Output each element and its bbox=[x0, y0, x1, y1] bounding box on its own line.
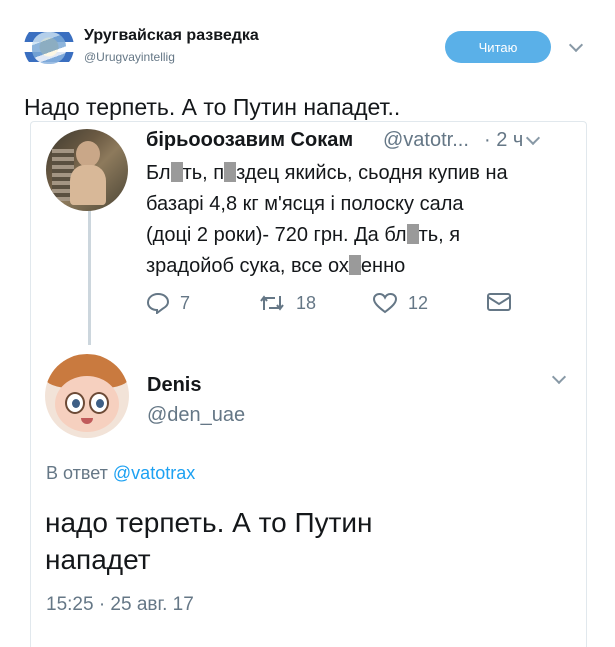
author-name[interactable]: Уругвайская разведка bbox=[84, 27, 259, 45]
tweet-text: Надо терпеть. А то Путин нападет.. bbox=[24, 94, 401, 120]
author-avatar[interactable] bbox=[24, 22, 74, 72]
censor-block bbox=[224, 162, 237, 182]
reply-author-handle[interactable]: @den_uae bbox=[147, 404, 245, 427]
retweet-icon bbox=[260, 295, 284, 311]
reply-count: 7 bbox=[180, 292, 191, 313]
text-line: нападет bbox=[45, 544, 151, 575]
retweet-count: 18 bbox=[296, 292, 317, 313]
following-button[interactable]: Читаю bbox=[445, 31, 551, 63]
reply-button[interactable]: 7 bbox=[146, 292, 190, 314]
heart-icon bbox=[372, 292, 398, 314]
envelope-icon bbox=[487, 293, 511, 311]
censor-block bbox=[170, 162, 183, 182]
author-handle[interactable]: @Urugvayintellig bbox=[84, 50, 175, 64]
reply-tweet-text: надо терпеть. А то Путин нападет bbox=[45, 504, 565, 578]
chevron-down-icon[interactable] bbox=[568, 37, 584, 53]
reply-context: В ответ @vatotrax bbox=[46, 463, 195, 484]
reply-author-avatar[interactable] bbox=[45, 354, 129, 438]
censor-block bbox=[406, 224, 419, 244]
retweet-button[interactable]: 18 bbox=[258, 292, 316, 314]
quoted-author-avatar[interactable] bbox=[46, 129, 128, 211]
direct-message-button[interactable] bbox=[486, 292, 512, 312]
text-fragment: енно bbox=[360, 255, 406, 277]
like-button[interactable]: 12 bbox=[372, 292, 428, 314]
quoted-author-handle[interactable]: @vatotr... bbox=[383, 129, 469, 152]
reply-author-name[interactable]: Denis bbox=[147, 374, 201, 397]
text-fragment: здец якийсь, сьодня купив на bbox=[236, 162, 508, 184]
text-fragment: зрадойоб сука, все ох bbox=[146, 255, 349, 277]
text-line: надо терпеть. А то Путин bbox=[45, 507, 373, 538]
reply-prefix: В ответ bbox=[46, 463, 108, 483]
thread-connector-line bbox=[88, 210, 91, 345]
text-line: базарі 4,8 кг м'ясця і полоску сала bbox=[146, 193, 464, 215]
quoted-tweet-text: Бл ть, п здец якийсь, сьодня купив на база… bbox=[146, 158, 576, 282]
reply-mention-link[interactable]: @vatotrax bbox=[113, 463, 195, 483]
text-fragment: ть, я bbox=[418, 224, 461, 246]
reply-icon bbox=[146, 292, 170, 314]
quoted-author-name[interactable]: бірьооозавим Сокам bbox=[146, 129, 353, 152]
quoted-tweet-time[interactable]: · 2 ч bbox=[484, 129, 523, 152]
text-fragment: Бл bbox=[146, 162, 171, 184]
text-fragment: (доці 2 роки)- 720 грн. Да бл bbox=[146, 224, 407, 246]
text-fragment: ть, п bbox=[182, 162, 225, 184]
censor-block bbox=[348, 255, 361, 275]
like-count: 12 bbox=[408, 292, 429, 313]
reply-timestamp[interactable]: 15:25 · 25 авг. 17 bbox=[46, 594, 194, 616]
